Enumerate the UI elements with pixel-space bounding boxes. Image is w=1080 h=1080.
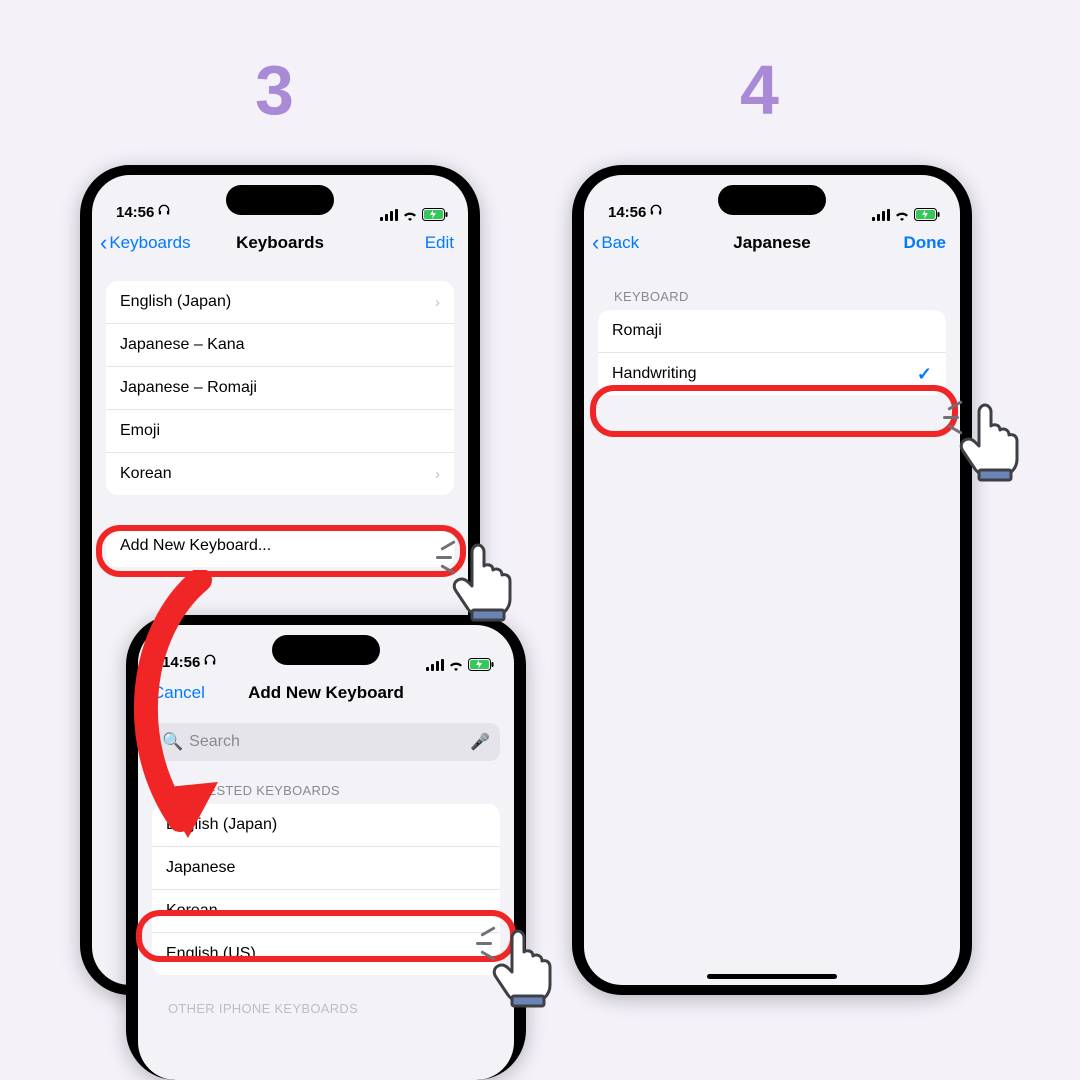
back-button[interactable]: ‹ Keyboards xyxy=(100,232,191,254)
done-button[interactable]: Done xyxy=(886,233,952,253)
wifi-icon xyxy=(402,209,418,221)
wifi-icon xyxy=(894,209,910,221)
chevron-left-icon: ‹ xyxy=(592,232,599,254)
notch-icon xyxy=(226,185,334,215)
row-label: Romaji xyxy=(612,322,662,340)
headphones-icon xyxy=(157,203,171,221)
battery-charging-icon xyxy=(422,208,448,221)
list-item[interactable]: Emoji xyxy=(106,409,454,452)
list-item[interactable]: Korean › xyxy=(106,452,454,495)
list-item[interactable]: English (US) xyxy=(152,932,500,975)
row-label: Japanese xyxy=(166,859,235,877)
back-label: Back xyxy=(601,233,639,253)
row-label: Handwriting xyxy=(612,365,696,383)
add-keyboard-group: Add New Keyboard... xyxy=(106,525,454,567)
step-number-3: 3 xyxy=(255,50,294,130)
chevron-left-icon: ‹ xyxy=(100,232,107,254)
row-label: Korean xyxy=(166,902,218,920)
nav-bar: Cancel Add New Keyboard xyxy=(138,671,514,715)
cancel-label: Cancel xyxy=(152,683,205,703)
list-item[interactable]: English (Japan) xyxy=(152,804,500,846)
row-label: Japanese – Romaji xyxy=(120,379,257,397)
add-new-keyboard-button[interactable]: Add New Keyboard... xyxy=(106,525,454,567)
search-placeholder: Search xyxy=(189,733,240,751)
search-input[interactable]: 🔍 Search 🎤 xyxy=(152,723,500,761)
search-icon: 🔍 xyxy=(162,732,183,752)
list-item[interactable]: English (Japan) › xyxy=(106,281,454,323)
keyboard-options-list: Romaji Handwriting ✓ xyxy=(598,310,946,395)
row-label: Japanese – Kana xyxy=(120,336,245,354)
notch-icon xyxy=(272,635,380,665)
phone-step3-bottom: 14:56 Cancel Add New Keyboard 🔍 Search xyxy=(126,615,526,1080)
phone-step4: 14:56 ‹ Back Japanese Done KEYBOARD Roma xyxy=(572,165,972,995)
chevron-right-icon: › xyxy=(435,466,440,483)
battery-charging-icon xyxy=(468,658,494,671)
cancel-button[interactable]: Cancel xyxy=(146,683,242,703)
list-item[interactable]: Japanese – Romaji xyxy=(106,366,454,409)
edit-button[interactable]: Edit xyxy=(394,233,460,253)
keyboards-list: English (Japan) › Japanese – Kana Japanes… xyxy=(106,281,454,495)
headphones-icon xyxy=(203,653,217,671)
headphones-icon xyxy=(649,203,663,221)
list-item[interactable]: Korean xyxy=(152,889,500,932)
signal-icon xyxy=(872,209,890,221)
back-label: Keyboards xyxy=(109,233,190,253)
nav-bar: ‹ Back Japanese Done xyxy=(584,221,960,265)
mic-icon[interactable]: 🎤 xyxy=(470,732,490,752)
row-label: Add New Keyboard... xyxy=(120,537,271,555)
status-time: 14:56 xyxy=(608,204,646,221)
row-label: English (Japan) xyxy=(120,293,231,311)
status-time: 14:56 xyxy=(162,654,200,671)
nav-bar: ‹ Keyboards Keyboards Edit xyxy=(92,221,468,265)
row-label: English (Japan) xyxy=(166,816,277,834)
suggested-keyboards-list: English (Japan) Japanese Korean English … xyxy=(152,804,500,975)
checkmark-icon: ✓ xyxy=(917,364,932,385)
section-header-other: OTHER IPHONE KEYBOARDS xyxy=(168,1001,484,1016)
list-item-handwriting[interactable]: Handwriting ✓ xyxy=(598,352,946,395)
step-number-4: 4 xyxy=(740,50,779,130)
status-time: 14:56 xyxy=(116,204,154,221)
notch-icon xyxy=(718,185,826,215)
section-header-keyboard: KEYBOARD xyxy=(614,289,930,304)
home-indicator[interactable] xyxy=(707,974,837,979)
list-item[interactable]: Japanese – Kana xyxy=(106,323,454,366)
section-header-suggested: SUGGESTED KEYBOARDS xyxy=(168,783,484,798)
back-button[interactable]: ‹ Back xyxy=(592,232,682,254)
row-label: Korean xyxy=(120,465,172,483)
wifi-icon xyxy=(448,659,464,671)
list-item-japanese[interactable]: Japanese xyxy=(152,846,500,889)
row-label: English (US) xyxy=(166,945,256,963)
signal-icon xyxy=(380,209,398,221)
row-label: Emoji xyxy=(120,422,160,440)
list-item-romaji[interactable]: Romaji xyxy=(598,310,946,352)
battery-charging-icon xyxy=(914,208,940,221)
signal-icon xyxy=(426,659,444,671)
chevron-right-icon: › xyxy=(435,294,440,311)
